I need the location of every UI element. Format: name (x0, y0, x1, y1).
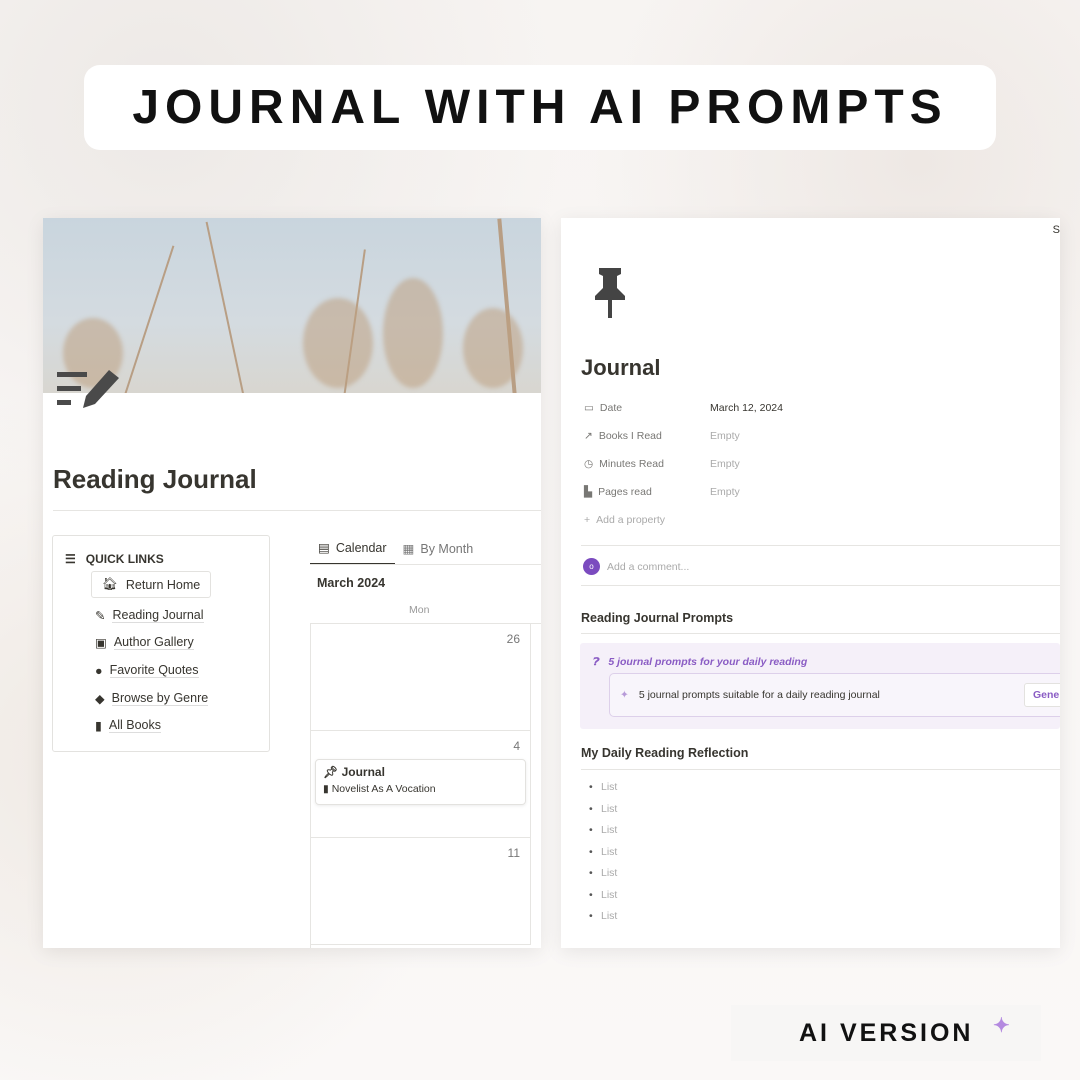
prompts-heading: Reading Journal Prompts (581, 611, 734, 625)
reading-journal-page: Reading Journal ☰ QUICK LINKS 🏠︎ Return Ho… (43, 218, 541, 948)
day-number: 4 (513, 739, 520, 753)
ai-prompt-block: ✦ 5 journal prompts suitable for a daily… (609, 673, 1060, 717)
tab-by-month[interactable]: ▦ By Month (395, 538, 482, 565)
list-item[interactable]: List (589, 803, 618, 815)
property-label: Pages read (598, 486, 652, 498)
table-icon: ▦ (402, 542, 415, 556)
card-title: Journal (341, 765, 385, 779)
page-title: Journal (581, 355, 661, 380)
comment-input[interactable]: o Add a comment... (583, 558, 689, 575)
link-label: All Books (108, 718, 161, 733)
link-browse-by-genre[interactable]: ◆ Browse by Genre (95, 691, 209, 706)
link-reading-journal[interactable]: ✎ Reading Journal (95, 608, 204, 623)
link-all-books[interactable]: ▮ All Books (95, 718, 161, 733)
corner-text: S (1052, 224, 1060, 236)
list-item[interactable]: List (589, 781, 618, 793)
list-item[interactable]: List (589, 846, 618, 858)
pushpin-icon: 📌︎ (323, 765, 339, 779)
arrow-up-right-icon: ↗ (584, 430, 593, 442)
calendar-icon: ▤ (318, 541, 330, 555)
link-label: Favorite Quotes (109, 663, 199, 678)
property-pages-read[interactable]: ▙ Pages read Empty (584, 486, 884, 498)
journal-entry-page: S Journal ▭ Date March 12, 2024 ↗ Books I R… (561, 218, 1060, 948)
generate-button[interactable]: Gene (1024, 683, 1060, 707)
list-item[interactable]: List (589, 824, 618, 836)
ai-callout: ❓︎ 5 journal prompts for your daily readi… (580, 643, 1060, 729)
cover-image (43, 218, 541, 393)
property-minutes-read[interactable]: ◷ Minutes Read Empty (584, 458, 884, 470)
link-label: Reading Journal (112, 608, 204, 623)
link-favorite-quotes[interactable]: ● Favorite Quotes (95, 663, 199, 678)
return-home-button[interactable]: 🏠︎ Return Home (91, 571, 212, 598)
tab-label: Calendar (335, 540, 387, 555)
property-books-i-read[interactable]: ↗ Books I Read Empty (584, 430, 884, 442)
property-date[interactable]: ▭ Date March 12, 2024 (584, 402, 884, 414)
banner-title: JOURNAL WITH AI PROMPTS (84, 65, 996, 150)
add-property-button[interactable]: + Add a property (584, 514, 884, 526)
page-icon: ▙ (584, 486, 593, 498)
write-icon (57, 368, 121, 423)
link-label: Browse by Genre (111, 691, 209, 706)
plus-icon: + (584, 514, 591, 526)
add-property-label: Add a property (596, 514, 666, 526)
calendar-day[interactable]: 4 📌︎ Journal ▮ Novelist As A Vocation (311, 731, 531, 838)
chat-bubble-icon: ● (95, 663, 103, 678)
book-icon: ▮ (95, 719, 102, 733)
property-value: March 12, 2024 (710, 402, 783, 414)
ai-version-badge: AI VERSION ✦ (731, 1005, 1041, 1061)
return-home-label: Return Home (125, 577, 201, 592)
calendar-grid: 26 4 📌︎ Journal ▮ Novelist As A Vocation… (310, 623, 541, 948)
list-item[interactable]: List (589, 867, 618, 879)
contact-card-icon: ▣ (95, 636, 107, 650)
pushpin-icon (593, 268, 627, 325)
day-number: 26 (506, 632, 520, 646)
day-number: 11 (507, 846, 520, 860)
home-icon: 🏠︎ (102, 577, 118, 591)
property-label: Minutes Read (599, 458, 664, 470)
write-icon: ✎ (95, 609, 106, 623)
comment-placeholder: Add a comment... (607, 560, 690, 573)
avatar: o (583, 558, 600, 575)
sparkle-icon: ✦ (620, 689, 629, 701)
sparkle-icon: ✦ (993, 1015, 1013, 1037)
badge-label: AI VERSION (799, 1018, 974, 1047)
calendar-month: March 2024 (317, 576, 386, 590)
ai-prompt-text: 5 journal prompts suitable for a daily r… (638, 689, 880, 701)
shapes-icon: ◆ (95, 692, 105, 706)
calendar-icon: ▭ (584, 402, 594, 414)
property-value: Empty (710, 430, 740, 442)
link-author-gallery[interactable]: ▣ Author Gallery (95, 635, 194, 650)
calendar-day[interactable]: 26 (311, 624, 531, 731)
tab-label: By Month (420, 541, 474, 556)
list-item[interactable]: List (589, 910, 618, 922)
list-item[interactable]: List (589, 889, 618, 901)
link-label: Author Gallery (113, 635, 194, 650)
tab-calendar[interactable]: ▤ Calendar (310, 538, 395, 565)
reflection-heading: My Daily Reading Reflection (581, 746, 749, 760)
weekday-header: Mon (409, 604, 430, 616)
book-icon: ▮ (323, 783, 329, 795)
property-value: Empty (710, 486, 740, 498)
page-title: Reading Journal (53, 464, 257, 494)
calendar-day[interactable]: 11 (311, 838, 531, 945)
journal-entry-card[interactable]: 📌︎ Journal ▮ Novelist As A Vocation (315, 759, 526, 805)
quick-links-heading: QUICK LINKS (85, 552, 164, 566)
menu-icon: ☰ (65, 552, 76, 566)
clock-icon: ◷ (584, 458, 594, 470)
question-icon: ❓︎ (592, 656, 599, 668)
quick-links-box: ☰ QUICK LINKS 🏠︎ Return Home ✎ Reading Jour… (52, 535, 270, 752)
property-label: Date (599, 402, 623, 414)
property-label: Books I Read (598, 430, 662, 442)
divider (53, 510, 541, 511)
card-book: Novelist As A Vocation (331, 783, 436, 795)
callout-title: 5 journal prompts for your daily reading (608, 656, 808, 668)
property-value: Empty (710, 458, 740, 470)
